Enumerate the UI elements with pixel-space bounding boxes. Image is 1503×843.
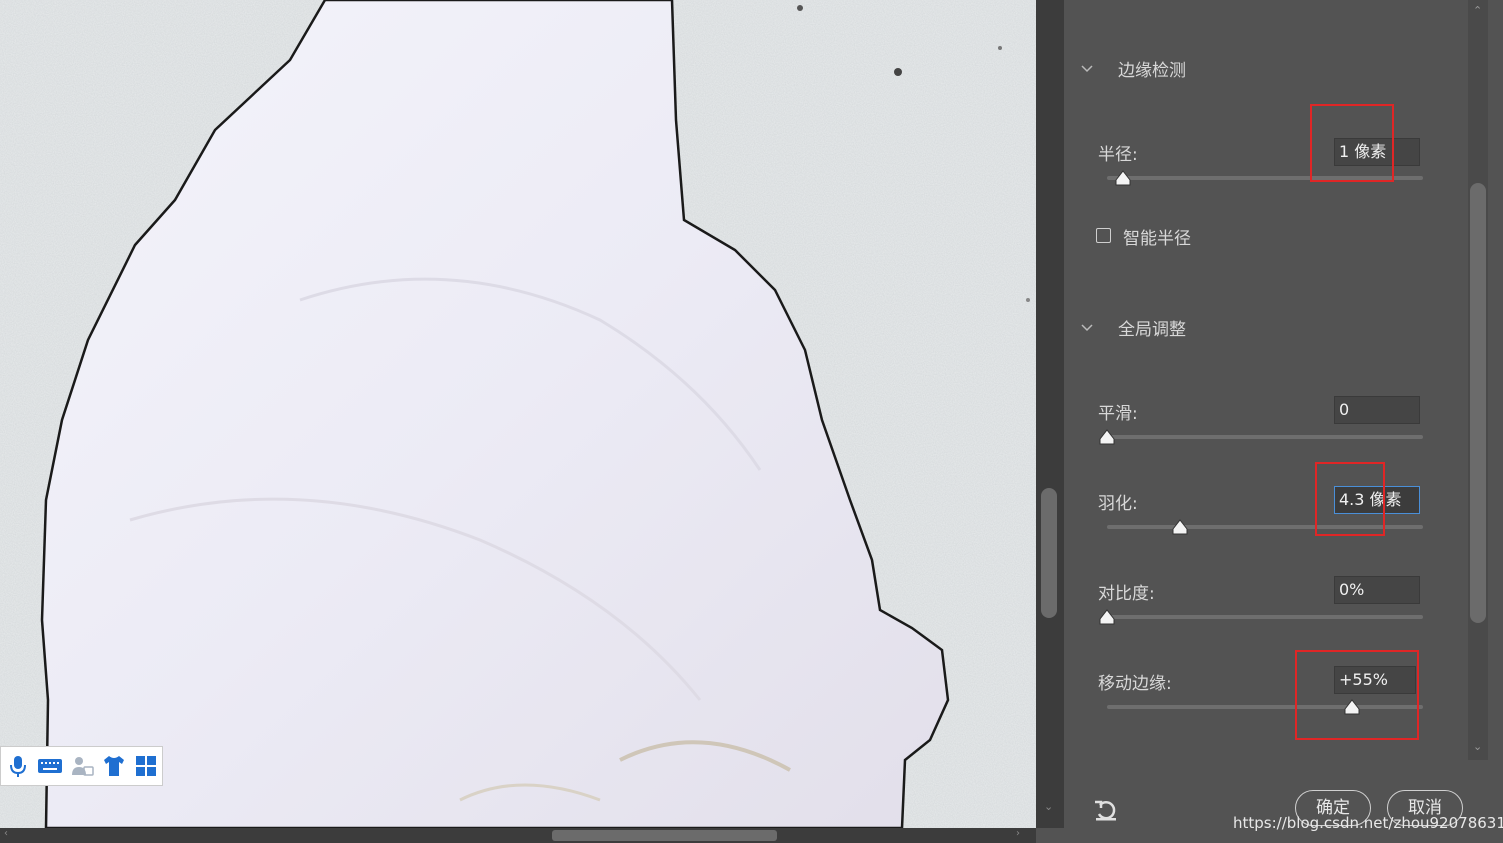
chevron-down-icon[interactable] bbox=[1080, 62, 1094, 76]
canvas-hscroll-thumb[interactable] bbox=[552, 830, 777, 841]
canvas-vertical-scrollbar[interactable]: ⌄ bbox=[1036, 0, 1064, 828]
radius-slider-handle[interactable] bbox=[1115, 170, 1131, 186]
microphone-icon[interactable] bbox=[5, 753, 31, 779]
scroll-right-icon[interactable]: › bbox=[1016, 828, 1020, 839]
reset-icon[interactable] bbox=[1092, 796, 1120, 824]
highlight-box-feather bbox=[1315, 462, 1385, 536]
contrast-slider[interactable] bbox=[1099, 609, 1423, 625]
radius-label: 半径: bbox=[1098, 145, 1138, 165]
smooth-field[interactable]: 0 bbox=[1334, 396, 1420, 424]
feather-slider-handle[interactable] bbox=[1172, 519, 1188, 535]
panel-vertical-scrollbar[interactable]: ⌃ ⌄ bbox=[1464, 0, 1492, 760]
scroll-down-icon[interactable]: ⌄ bbox=[1473, 740, 1482, 753]
watermark-text: https://blog.csdn.net/zhou920786312 bbox=[1233, 814, 1503, 832]
chevron-down-icon[interactable] bbox=[1080, 321, 1094, 335]
edge-detection-header[interactable]: 边缘检测 bbox=[1080, 56, 1186, 81]
grid-icon[interactable] bbox=[133, 753, 159, 779]
highlight-box-radius bbox=[1310, 104, 1394, 182]
scroll-left-icon[interactable]: ‹ bbox=[4, 828, 8, 839]
image-canvas[interactable] bbox=[0, 0, 1036, 828]
smooth-slider[interactable] bbox=[1099, 429, 1423, 445]
panel-vscroll-thumb[interactable] bbox=[1470, 183, 1486, 623]
ime-toolbar[interactable] bbox=[0, 746, 163, 786]
contrast-field[interactable]: 0% bbox=[1334, 576, 1420, 604]
highlight-box-shift-edge bbox=[1295, 650, 1419, 740]
user-toolbar-icon[interactable] bbox=[69, 753, 95, 779]
scroll-up-icon[interactable]: ⌃ bbox=[1473, 4, 1482, 17]
keyboard-icon[interactable] bbox=[37, 753, 63, 779]
smart-radius-label: 智能半径 bbox=[1123, 229, 1191, 249]
smart-radius-checkbox[interactable] bbox=[1096, 228, 1111, 243]
shift-edge-label: 移动边缘: bbox=[1098, 674, 1172, 694]
feather-label: 羽化: bbox=[1098, 494, 1138, 514]
canvas-vscroll-thumb[interactable] bbox=[1041, 488, 1057, 618]
white-bird-subject bbox=[40, 0, 950, 828]
edge-detection-title: 边缘检测 bbox=[1118, 61, 1186, 81]
shirt-icon[interactable] bbox=[101, 753, 127, 779]
global-refine-title: 全局调整 bbox=[1118, 320, 1186, 340]
contrast-label: 对比度: bbox=[1098, 584, 1155, 604]
canvas-horizontal-scrollbar[interactable]: ‹ › bbox=[0, 828, 1036, 843]
scroll-down-icon[interactable]: ⌄ bbox=[1044, 800, 1053, 813]
select-and-mask-panel: 边缘检测 半径: 1 像素 智能半径 全局调整 平滑: 0 羽化: 4.3 像素… bbox=[1064, 0, 1503, 843]
smooth-label: 平滑: bbox=[1098, 404, 1138, 424]
contrast-slider-handle[interactable] bbox=[1099, 609, 1115, 625]
global-refine-header[interactable]: 全局调整 bbox=[1080, 315, 1186, 340]
smooth-slider-handle[interactable] bbox=[1099, 429, 1115, 445]
